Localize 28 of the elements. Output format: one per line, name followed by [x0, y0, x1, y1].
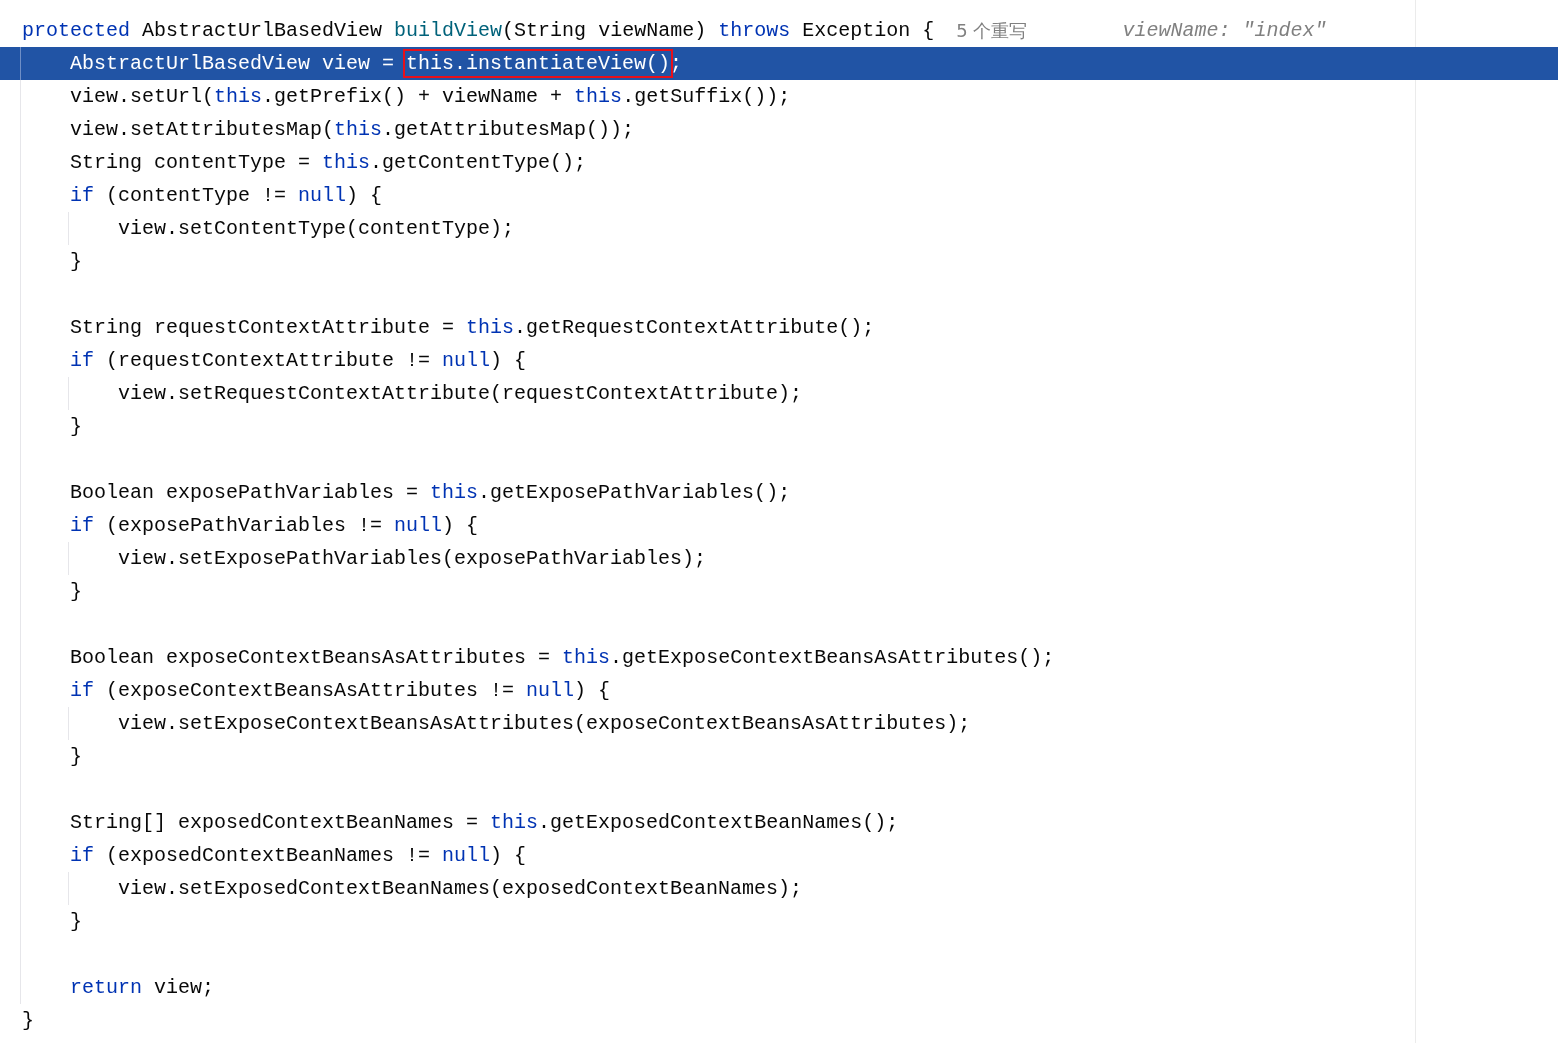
- code-line: view.setExposedContextBeanNames(exposedContextBeanNames);: [118, 876, 803, 902]
- code-line: view.setRequestContextAttribute(requestContextAttribute);: [118, 381, 803, 407]
- code-line: view.setExposeContextBeansAsAttributes(exposeContextBeansAsAttributes);: [118, 711, 971, 737]
- code-line: view.setAttributesMap(this.getAttributesMap());: [70, 117, 635, 143]
- code-line: }: [70, 579, 82, 605]
- code-line: protected AbstractUrlBasedView buildView(String viewName) throws Exception {: [22, 18, 935, 44]
- code-line: }: [70, 249, 82, 275]
- code-line: }: [70, 744, 82, 770]
- code-line: String requestContextAttribute = this.getRequestContextAttribute();: [70, 315, 875, 341]
- code-line: view.setExposePathVariables(exposePathVariables);: [118, 546, 707, 572]
- overrides-hint[interactable]: 5 个重写: [956, 14, 1028, 47]
- code-line: if (contentType != null) {: [70, 183, 383, 209]
- code-line: String[] exposedContextBeanNames = this.getExposedContextBeanNames();: [70, 810, 899, 836]
- code-line: view.setUrl(this.getPrefix() + viewName + this.getSuffix());: [70, 84, 791, 110]
- code-line: }: [22, 1008, 34, 1034]
- code-line: view.setContentType(contentType);: [118, 216, 515, 242]
- code-line: }: [70, 909, 82, 935]
- code-line: if (exposedContextBeanNames != null) {: [70, 843, 527, 869]
- code-line: String contentType = this.getContentType();: [70, 150, 587, 176]
- code-line: if (exposeContextBeansAsAttributes != null) {: [70, 678, 611, 704]
- code-line: Boolean exposePathVariables = this.getExposePathVariables();: [70, 480, 791, 506]
- code-line: AbstractUrlBasedView view = this.instantiateView();: [70, 47, 683, 80]
- code-line: return view;: [70, 975, 215, 1001]
- code-line: }: [70, 414, 82, 440]
- code-line: Boolean exposeContextBeansAsAttributes = this.getExposeContextBeansAsAttributes();: [70, 645, 1055, 671]
- inline-value-hint: viewName: "index": [1122, 18, 1327, 44]
- code-line: if (requestContextAttribute != null) {: [70, 348, 527, 374]
- code-line: if (exposePathVariables != null) {: [70, 513, 479, 539]
